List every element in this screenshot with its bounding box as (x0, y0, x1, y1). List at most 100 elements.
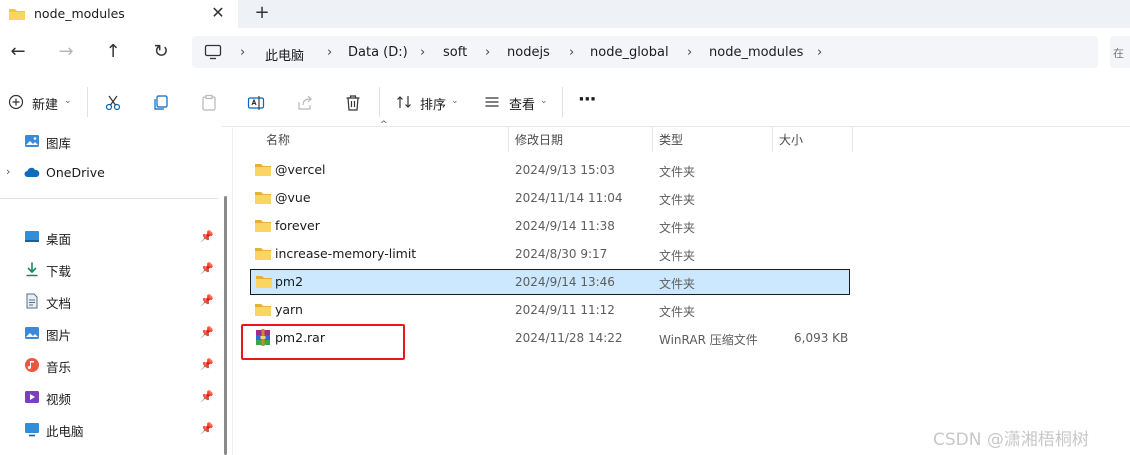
copy-icon[interactable] (152, 94, 170, 112)
file-row[interactable]: forever 2024/9/14 11:38 文件夹 (250, 214, 848, 238)
file-name: forever (275, 218, 320, 233)
sidebar-item-pictures[interactable]: 图片 📌 (0, 318, 218, 348)
breadcrumb-this-pc[interactable]: 此电脑 (265, 45, 304, 64)
chevron-down-icon: ⌄ (540, 96, 548, 106)
delete-icon[interactable] (344, 94, 362, 112)
watermark: CSDN @潇湘梧桐树 (933, 430, 1089, 450)
divider (562, 87, 563, 117)
breadcrumb-separator: › (327, 45, 333, 60)
breadcrumb-separator: › (240, 45, 246, 60)
desktop-icon (25, 231, 39, 242)
this-pc-icon (25, 423, 39, 437)
sidebar-item-this-pc[interactable]: 此电脑 📌 (0, 414, 218, 444)
column-header-size[interactable]: 大小 (779, 131, 803, 148)
share-icon[interactable] (296, 94, 314, 112)
file-modified: 2024/9/11 11:12 (515, 303, 615, 317)
file-size: 6,093 KB (794, 331, 849, 345)
pictures-icon (25, 327, 39, 339)
file-modified: 2024/11/28 14:22 (515, 331, 623, 345)
breadcrumb-nodejs[interactable]: nodejs (507, 45, 550, 60)
breadcrumb-node-global[interactable]: node_global (590, 45, 669, 60)
breadcrumb-soft[interactable]: soft (443, 45, 467, 60)
column-header-name[interactable]: 名称 (266, 131, 290, 148)
sidebar-item-documents[interactable]: 文档 📌 (0, 286, 218, 316)
file-row[interactable]: @vercel 2024/9/13 15:03 文件夹 (250, 158, 848, 182)
pin-icon[interactable]: 📌 (200, 422, 214, 435)
pane-divider[interactable] (232, 126, 233, 455)
breadcrumb-node-modules[interactable]: node_modules (709, 45, 803, 60)
address-bar[interactable]: › 此电脑 › Data (D:) › soft › nodejs › node… (192, 36, 1098, 68)
breadcrumb-chevron-icon[interactable]: › (817, 45, 822, 60)
sidebar-item-label: 文档 (46, 296, 72, 311)
rename-icon[interactable] (247, 94, 265, 112)
file-row[interactable]: @vue 2024/11/14 11:04 文件夹 (250, 186, 848, 210)
sidebar-item-videos[interactable]: 视频 📌 (0, 382, 218, 412)
command-bar: 新建 ⌄ 排序 ⌄ 查看 ⌄ ··· (0, 78, 1130, 127)
close-icon[interactable]: ✕ (208, 3, 228, 23)
sidebar-item-label: 音乐 (46, 360, 72, 375)
file-row[interactable]: yarn 2024/9/11 11:12 文件夹 (250, 298, 848, 322)
file-name: increase-memory-limit (275, 246, 417, 261)
sidebar-scrollbar[interactable] (224, 196, 227, 455)
sidebar-item-label: 桌面 (46, 232, 72, 247)
monitor-icon (204, 44, 222, 60)
folder-icon (256, 276, 272, 288)
tab-node-modules[interactable]: node_modules ✕ (0, 0, 238, 28)
breadcrumb-separator: › (687, 45, 693, 60)
breadcrumb-separator: › (569, 45, 575, 60)
pin-icon[interactable]: 📌 (200, 358, 214, 371)
breadcrumb-data-d[interactable]: Data (D:) (348, 45, 408, 60)
column-divider[interactable] (772, 126, 773, 152)
file-type: 文件夹 (659, 305, 696, 319)
folder-icon (255, 304, 271, 316)
file-type: WinRAR 压缩文件 (659, 333, 758, 347)
paste-icon[interactable] (200, 94, 218, 112)
back-button[interactable]: ← (4, 38, 32, 66)
refresh-button[interactable]: ↻ (147, 38, 175, 66)
sidebar-item-downloads[interactable]: 下载 📌 (0, 254, 218, 284)
chevron-down-icon: ⌄ (64, 96, 72, 106)
pin-icon[interactable]: 📌 (200, 326, 214, 339)
file-type: 文件夹 (659, 249, 696, 263)
file-name: yarn (275, 302, 303, 317)
pin-icon[interactable]: 📌 (200, 294, 214, 307)
new-label: 新建 (32, 98, 59, 113)
pin-icon[interactable]: 📌 (200, 390, 214, 403)
document-icon (26, 293, 38, 309)
navigation-bar: ← → ↑ ↻ › 此电脑 › Data (D:) › soft › nodej… (0, 28, 1130, 78)
column-header-modified[interactable]: 修改日期 (515, 131, 563, 148)
annotation-highlight-box (241, 324, 405, 360)
sidebar-item-music[interactable]: 音乐 📌 (0, 350, 218, 380)
view-label: 查看 (509, 98, 536, 113)
more-options-icon[interactable]: ··· (578, 89, 596, 110)
sidebar-item-label: 图库 (46, 136, 72, 151)
column-divider[interactable] (652, 126, 653, 152)
column-divider[interactable] (508, 126, 509, 152)
onedrive-icon (24, 167, 40, 177)
video-icon (25, 391, 39, 403)
sort-label: 排序 (420, 98, 447, 113)
sort-ascending-icon: ^ (380, 120, 388, 130)
file-type: 文件夹 (659, 165, 696, 179)
folder-icon (255, 192, 271, 204)
folder-icon (255, 248, 271, 260)
sidebar-item-desktop[interactable]: 桌面 📌 (0, 222, 218, 252)
gallery-icon (25, 135, 39, 147)
tab-title: node_modules (34, 6, 125, 21)
chevron-right-icon[interactable]: › (6, 165, 10, 178)
column-header-type[interactable]: 类型 (659, 131, 683, 148)
forward-button[interactable]: → (52, 38, 80, 66)
sidebar-item-gallery[interactable]: 图库 (0, 126, 218, 156)
pin-icon[interactable]: 📌 (200, 262, 214, 275)
column-divider[interactable] (852, 126, 853, 152)
up-button[interactable]: ↑ (99, 38, 127, 66)
new-tab-button[interactable]: + (252, 3, 272, 23)
pin-icon[interactable]: 📌 (200, 230, 214, 243)
sidebar-item-onedrive[interactable]: › OneDrive (0, 158, 218, 188)
sort-icon (397, 96, 411, 108)
cut-icon[interactable] (104, 94, 122, 112)
sidebar-divider (0, 198, 218, 199)
file-row[interactable]: increase-memory-limit 2024/8/30 9:17 文件夹 (250, 242, 848, 266)
breadcrumb-separator: › (420, 45, 426, 60)
file-row-selected[interactable]: pm2 2024/9/14 13:46 文件夹 (250, 269, 850, 295)
